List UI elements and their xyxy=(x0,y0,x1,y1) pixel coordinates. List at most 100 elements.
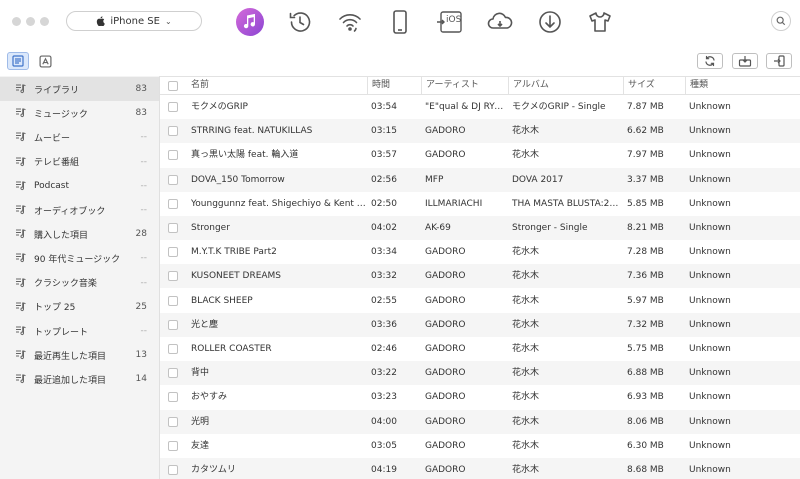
icloud-button[interactable] xyxy=(484,6,516,38)
skin-button[interactable] xyxy=(584,6,616,38)
row-checkbox[interactable] xyxy=(168,368,178,379)
cell-album: Stronger - Single xyxy=(512,223,588,233)
cell-name: BLACK SHEEP xyxy=(191,295,253,306)
list-view-button[interactable] xyxy=(7,52,29,70)
row-checkbox[interactable] xyxy=(168,319,178,330)
sidebar-item[interactable]: 最近追加した項目 14 xyxy=(0,367,159,391)
select-all-checkbox[interactable] xyxy=(168,81,178,91)
table-row[interactable]: BLACK SHEEP 02:55 GADORO 花水木 5.97 MB Unknown xyxy=(160,289,800,313)
column-header-type[interactable]: 種類 xyxy=(685,77,800,94)
table-row[interactable]: 友達 03:05 GADORO 花水木 6.30 MB Unknown xyxy=(160,434,800,458)
table-row[interactable]: Younggunnz feat. Shigechiyo & Kent (1999… xyxy=(160,192,800,216)
cell-artist: MFP xyxy=(425,174,444,185)
cell-type: Unknown xyxy=(689,416,731,427)
sidebar-item[interactable]: トップ 25 25 xyxy=(0,295,159,319)
playlist-icon xyxy=(16,157,26,166)
column-header-album[interactable]: アルバム xyxy=(508,77,623,94)
cell-size: 6.30 MB xyxy=(627,440,664,451)
table-row[interactable]: 背中 03:22 GADORO 花水木 6.88 MB Unknown xyxy=(160,361,800,386)
import-to-device-icon xyxy=(774,55,785,67)
download-button[interactable] xyxy=(534,6,566,38)
sidebar-item-count: -- xyxy=(140,326,148,336)
cell-album: 花水木 xyxy=(512,465,540,475)
sidebar-item-count: 14 xyxy=(135,374,147,385)
table-row[interactable]: DOVA_150 Tomorrow 02:56 MFP DOVA 2017 3.37 M… xyxy=(160,167,800,192)
column-header-artist[interactable]: アーティスト xyxy=(421,77,508,94)
table-row[interactable]: STRRING feat. NATUKILLAS 03:15 GADORO 花水木 6.… xyxy=(160,119,800,144)
column-header-name[interactable]: 名前 xyxy=(187,77,367,94)
table-row[interactable]: 真っ黒い太陽 feat. 輪入道 03:57 GADORO 花水木 7.97 MB Unk… xyxy=(160,143,800,167)
table-row[interactable]: Stronger 04:02 AK-69 Stronger - Single 8.21 … xyxy=(160,216,800,240)
cell-name: 友達 xyxy=(191,440,210,451)
cell-time: 03:57 xyxy=(371,150,397,161)
sidebar-item[interactable]: ミュージック 83 xyxy=(0,101,159,125)
row-checkbox[interactable] xyxy=(168,465,178,475)
table-row[interactable]: M.Y.T.K TRIBE Part2 03:34 GADORO 花水木 7.28 MB… xyxy=(160,240,800,264)
table-row[interactable]: カタツムリ 04:19 GADORO 花水木 8.68 MB Unknown xyxy=(160,458,800,479)
device-manager-button[interactable] xyxy=(384,6,416,38)
cell-artist: GADORO xyxy=(425,126,466,137)
row-checkbox[interactable] xyxy=(168,198,178,209)
row-checkbox[interactable] xyxy=(168,102,178,112)
sidebar-item[interactable]: オーディオブック -- xyxy=(0,198,159,222)
row-checkbox[interactable] xyxy=(168,247,178,258)
history-button[interactable] xyxy=(284,6,316,38)
table-row[interactable]: おやすみ 03:23 GADORO 花水木 6.93 MB Unknown xyxy=(160,385,800,409)
sidebar-item-label: トップレート xyxy=(34,327,89,338)
table-row[interactable]: ROLLER COASTER 02:46 GADORO 花水木 5.75 MB Unkno… xyxy=(160,337,800,361)
table-row[interactable]: 光と塵 03:36 GADORO 花水木 7.32 MB Unknown xyxy=(160,312,800,337)
row-checkbox[interactable] xyxy=(168,150,178,161)
sidebar-item[interactable]: テレビ番組 -- xyxy=(0,150,159,174)
cell-artist: ILLMARIACHI xyxy=(425,198,483,209)
wifi-sync-button[interactable] xyxy=(334,6,366,38)
cell-time: 02:50 xyxy=(371,198,397,209)
table-row[interactable]: 光明 04:00 GADORO 花水木 8.06 MB Unknown xyxy=(160,409,800,434)
cell-time: 04:00 xyxy=(371,416,397,427)
playlist-icon xyxy=(16,302,26,311)
app-view-button[interactable] xyxy=(34,52,56,70)
minimize-window-button[interactable] xyxy=(26,17,35,26)
table-row[interactable]: KUSONEET DREAMS 03:32 GADORO 花水木 7.36 MB Unkn… xyxy=(160,264,800,289)
sidebar-item-count: -- xyxy=(140,180,148,191)
sidebar-item[interactable]: ムービー -- xyxy=(0,125,159,149)
playlist-icon xyxy=(16,278,26,287)
sidebar-item[interactable]: 購入した項目 28 xyxy=(0,222,159,246)
cell-artist: GADORO xyxy=(425,465,466,475)
import-to-device-button[interactable] xyxy=(766,53,792,69)
sidebar-item-label: ライブラリ xyxy=(34,85,80,96)
sidebar-item-label: オーディオブック xyxy=(34,206,106,217)
music-manager-button[interactable] xyxy=(234,6,266,38)
sidebar-item[interactable]: ライブラリ 83 xyxy=(0,77,159,101)
table-row[interactable]: モクメのGRIP 03:54 "E"qual & DJ RYOW モクメのGRIP -… xyxy=(160,95,800,119)
playlist-icon xyxy=(16,374,26,384)
search-button[interactable] xyxy=(771,11,791,31)
sidebar-item[interactable]: クラシック音楽 -- xyxy=(0,271,159,295)
close-window-button[interactable] xyxy=(12,17,21,26)
row-checkbox[interactable] xyxy=(168,126,178,137)
sidebar-item-count: -- xyxy=(140,156,148,167)
row-checkbox[interactable] xyxy=(168,440,178,451)
cell-type: Unknown xyxy=(689,392,731,403)
ios-transfer-button[interactable]: iOS xyxy=(434,6,466,38)
cell-artist: GADORO xyxy=(425,319,466,330)
sidebar-item[interactable]: トップレート -- xyxy=(0,319,159,343)
row-checkbox[interactable] xyxy=(168,392,178,403)
column-header-size[interactable]: サイズ xyxy=(623,77,685,94)
cell-time: 02:46 xyxy=(371,344,397,354)
row-checkbox[interactable] xyxy=(168,271,178,282)
playlist-icon xyxy=(16,253,26,263)
row-checkbox[interactable] xyxy=(168,295,178,306)
row-checkbox[interactable] xyxy=(168,416,178,427)
export-to-computer-button[interactable] xyxy=(732,53,758,69)
row-checkbox[interactable] xyxy=(168,344,178,354)
sidebar-item[interactable]: 最近再生した項目 13 xyxy=(0,343,159,367)
sidebar-item[interactable]: Podcast -- xyxy=(0,174,159,198)
row-checkbox[interactable] xyxy=(168,223,178,233)
cell-time: 03:34 xyxy=(371,247,397,258)
row-checkbox[interactable] xyxy=(168,174,178,185)
zoom-window-button[interactable] xyxy=(40,17,49,26)
refresh-button[interactable] xyxy=(697,53,723,69)
sidebar-item[interactable]: 90 年代ミュージック -- xyxy=(0,246,159,270)
column-header-time[interactable]: 時間 xyxy=(367,77,421,94)
device-selector[interactable]: iPhone SE ⌄ xyxy=(66,11,202,31)
